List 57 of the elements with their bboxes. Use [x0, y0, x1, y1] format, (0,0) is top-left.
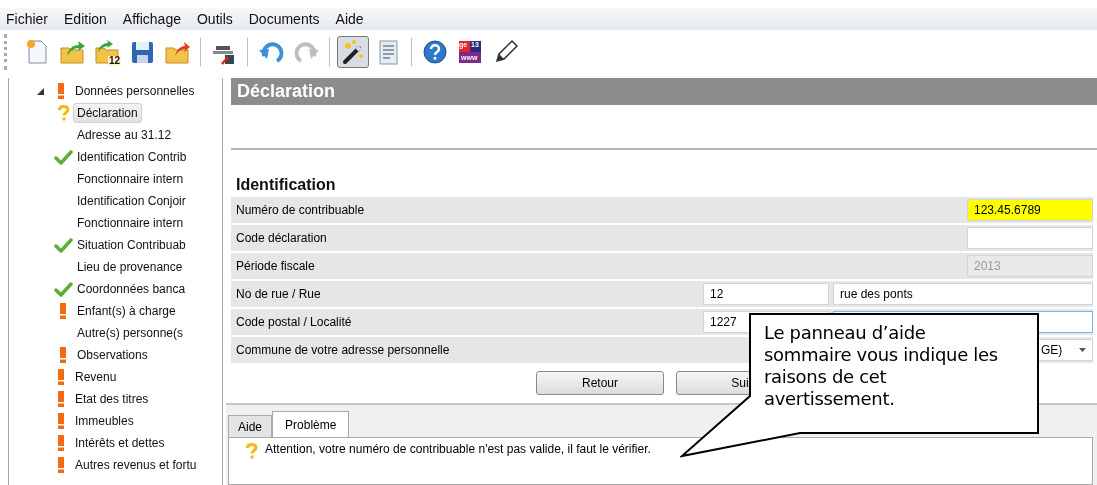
tree-item[interactable]: Enfant(s) à charge [73, 301, 180, 321]
input-field[interactable]: 12 [703, 283, 829, 305]
tree-item[interactable]: Fonctionnaire intern [73, 169, 188, 189]
tree-item[interactable]: Données personnelles [71, 81, 199, 101]
input-field[interactable] [967, 227, 1093, 249]
menu-item[interactable]: Affichage [122, 10, 181, 28]
tree-item[interactable]: Fonctionnaire intern [73, 213, 188, 233]
input-field[interactable]: 123.45.6789 [967, 199, 1093, 221]
tree-item[interactable]: Coordonnées banca [73, 279, 190, 299]
input-field[interactable]: rue des ponts [833, 283, 1093, 305]
warning-message: Attention, votre numéro de contribuable n'est pas valide, il faut le vérifier. [265, 442, 651, 456]
tab[interactable]: Problème [272, 411, 350, 437]
exclamation-icon [58, 391, 64, 407]
folder-arrow-button[interactable]: 12 [91, 36, 123, 68]
tree-item[interactable]: Adresse au 31.12 [73, 125, 176, 145]
exclamation-icon [60, 347, 66, 363]
checkmark-icon [53, 281, 73, 297]
tree-item[interactable]: Intérêts et dettes [71, 433, 169, 453]
exclamation-icon [58, 83, 64, 99]
menu-item[interactable]: Documents [248, 10, 320, 28]
tab[interactable]: Aide [228, 415, 273, 437]
checkmark-icon [53, 149, 73, 165]
field-label: Code postal / Localité [235, 315, 352, 329]
field-label: Commune de votre adresse personnelle [235, 343, 450, 357]
exclamation-icon [58, 413, 64, 429]
tree-item[interactable]: Immeubles [71, 411, 138, 431]
question-icon [56, 105, 70, 121]
field-label: Code déclaration [235, 231, 327, 245]
menu-item[interactable]: Outils [196, 10, 233, 28]
tree-item[interactable]: Autre(s) personne(s [73, 323, 188, 343]
menu-item[interactable]: Edition [64, 10, 107, 28]
back-button[interactable]: Retour [536, 371, 664, 395]
tree-item[interactable]: Identification Contrib [73, 147, 191, 167]
tree-item[interactable]: Etat des titres [71, 389, 153, 409]
checkmark-icon [53, 237, 73, 253]
question-icon [244, 442, 258, 459]
field-label: No de rue / Rue [235, 287, 321, 301]
section-heading: Identification [236, 176, 337, 194]
badge-text: 12 [107, 56, 121, 66]
menu-item[interactable]: Aide [335, 10, 364, 28]
tree-item[interactable]: Déclaration [73, 103, 142, 123]
tree-item[interactable]: Situation Contribuab [73, 235, 190, 255]
exclamation-icon [58, 435, 64, 451]
tree-item[interactable]: Autres revenus et fortu [71, 455, 201, 475]
menu-item[interactable]: Fichier [6, 10, 48, 28]
exclamation-icon [60, 303, 66, 319]
tree-item[interactable]: Lieu de provenance [73, 257, 187, 277]
tree-item[interactable]: Revenu [71, 367, 121, 387]
magic-wand-button[interactable] [337, 36, 369, 68]
exclamation-icon [58, 457, 64, 473]
field-label: Numéro de contribuable [235, 203, 365, 217]
page-title: Déclaration [231, 78, 1097, 105]
field-label: Période fiscale [235, 259, 315, 273]
exclamation-icon [58, 369, 64, 385]
caret-icon [1079, 348, 1086, 352]
tree-item[interactable]: Identification Conjoir [73, 191, 190, 211]
tree-item[interactable]: Observations [73, 345, 152, 365]
